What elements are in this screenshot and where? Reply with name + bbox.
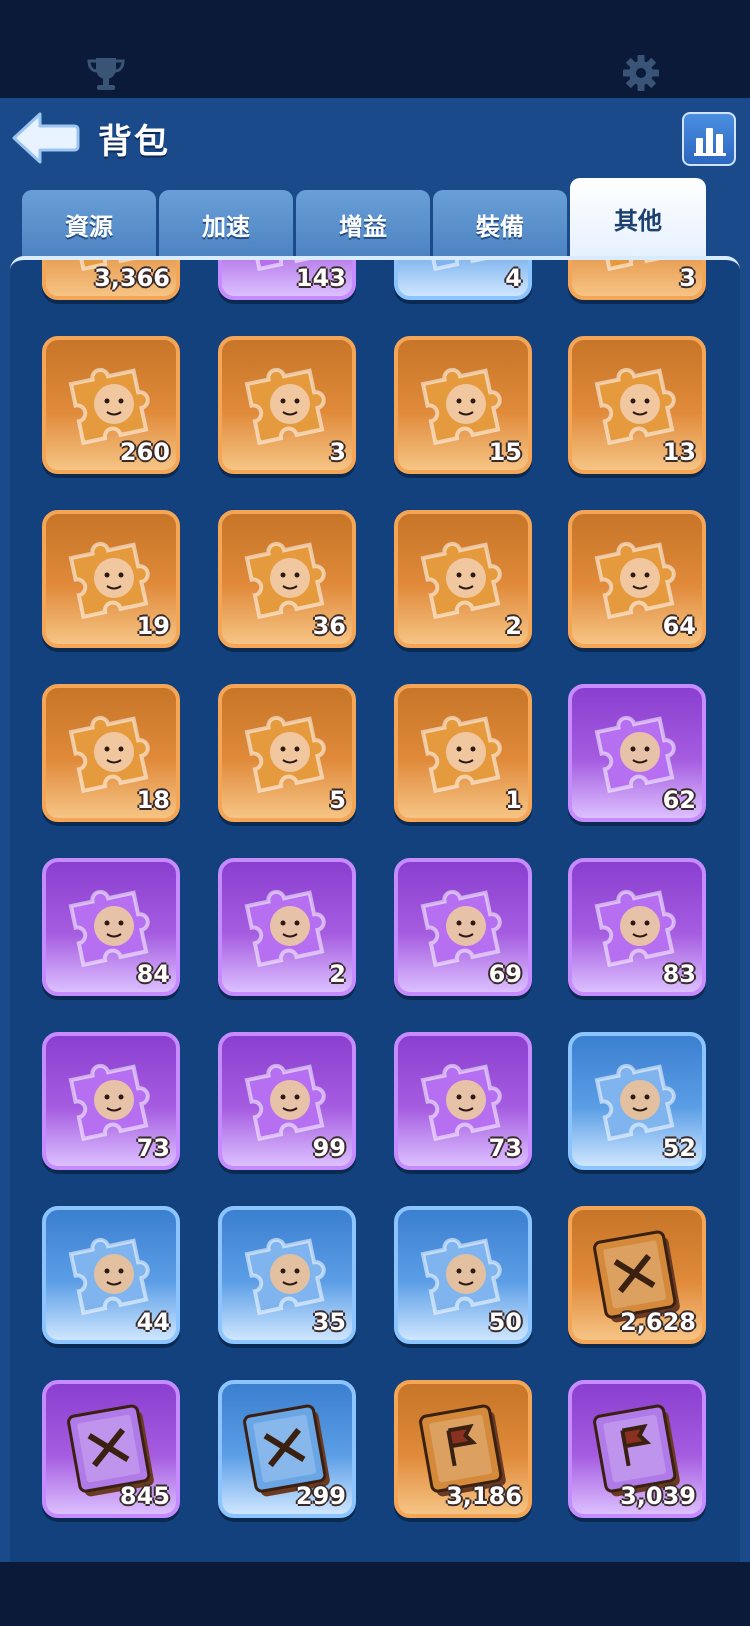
item-count: 3: [329, 438, 346, 466]
inventory-item[interactable]: 18: [42, 684, 180, 822]
inventory-item[interactable]: 2: [218, 858, 356, 996]
inventory-item[interactable]: 64: [568, 510, 706, 648]
puzzle-piece-icon: [420, 260, 502, 272]
item-count: 1: [505, 786, 522, 814]
item-count: 15: [488, 438, 522, 466]
item-count: 64: [662, 612, 696, 640]
item-count: 2,628: [620, 1308, 696, 1336]
tab-equipment[interactable]: 裝備: [433, 190, 567, 258]
item-count: 2: [329, 960, 346, 988]
inventory-item[interactable]: 73: [42, 1032, 180, 1170]
item-count: 260: [119, 438, 170, 466]
item-count: 69: [488, 960, 522, 988]
inventory-item[interactable]: 299: [218, 1380, 356, 1518]
inventory-item[interactable]: 143: [218, 260, 356, 300]
item-count: 13: [662, 438, 696, 466]
inventory-item[interactable]: 69: [394, 858, 532, 996]
item-count: 44: [136, 1308, 170, 1336]
inventory-item[interactable]: 35: [218, 1206, 356, 1344]
inventory-item[interactable]: 845: [42, 1380, 180, 1518]
item-count: 5: [329, 786, 346, 814]
page-title: 背包: [98, 122, 170, 162]
inventory-item[interactable]: 84: [42, 858, 180, 996]
inventory-item[interactable]: 4: [394, 260, 532, 300]
item-count: 73: [136, 1134, 170, 1162]
item-count: 299: [295, 1482, 346, 1510]
inventory-item[interactable]: 13: [568, 336, 706, 474]
inventory-item[interactable]: 3,039: [568, 1380, 706, 1518]
inventory-item[interactable]: 2,628: [568, 1206, 706, 1344]
bottom-bar: [0, 1562, 750, 1626]
tab-other[interactable]: 其他: [570, 178, 706, 258]
item-count: 3,039: [620, 1482, 696, 1510]
item-count: 83: [662, 960, 696, 988]
puzzle-piece-icon: [420, 715, 502, 794]
inventory-item[interactable]: 36: [218, 510, 356, 648]
inventory-item[interactable]: 2: [394, 510, 532, 648]
item-count: 845: [119, 1482, 170, 1510]
item-count: 73: [488, 1134, 522, 1162]
trophy-icon[interactable]: [86, 56, 126, 92]
inventory-item[interactable]: 50: [394, 1206, 532, 1344]
inventory-panel[interactable]: 3,366 143 4 3 260 3 15 13 19 36 2 64 18 …: [10, 256, 740, 1562]
inventory-item[interactable]: 3,186: [394, 1380, 532, 1518]
puzzle-piece-icon: [244, 367, 326, 446]
inventory-item[interactable]: 3,366: [42, 260, 180, 300]
item-count: 3: [679, 264, 696, 292]
stats-button[interactable]: [682, 112, 736, 166]
inventory-item[interactable]: 83: [568, 858, 706, 996]
item-count: 19: [136, 612, 170, 640]
item-count: 3,366: [94, 264, 170, 292]
inventory-item[interactable]: 15: [394, 336, 532, 474]
inventory-item[interactable]: 3: [568, 260, 706, 300]
item-count: 52: [662, 1134, 696, 1162]
back-arrow-icon[interactable]: [10, 110, 80, 166]
inventory-item[interactable]: 1: [394, 684, 532, 822]
top-status-bar: [0, 0, 750, 98]
puzzle-piece-icon: [244, 889, 326, 968]
inventory-item[interactable]: 260: [42, 336, 180, 474]
item-count: 36: [312, 612, 346, 640]
inventory-item[interactable]: 44: [42, 1206, 180, 1344]
bar-chart-icon: [694, 128, 726, 156]
item-count: 143: [295, 264, 346, 292]
inventory-item[interactable]: 19: [42, 510, 180, 648]
tab-speedups[interactable]: 加速: [159, 190, 293, 258]
gear-icon[interactable]: [622, 54, 660, 92]
item-count: 62: [662, 786, 696, 814]
item-count: 99: [312, 1134, 346, 1162]
item-count: 84: [136, 960, 170, 988]
puzzle-piece-icon: [594, 260, 676, 272]
tab-resources[interactable]: 資源: [22, 190, 156, 258]
item-count: 4: [505, 264, 522, 292]
inventory-item[interactable]: 62: [568, 684, 706, 822]
inventory-item[interactable]: 73: [394, 1032, 532, 1170]
inventory-item[interactable]: 3: [218, 336, 356, 474]
item-count: 50: [488, 1308, 522, 1336]
puzzle-piece-icon: [244, 715, 326, 794]
inventory-item[interactable]: 5: [218, 684, 356, 822]
tab-boosts[interactable]: 增益: [296, 190, 430, 258]
category-tabs: 資源 加速 增益 裝備 其他: [22, 178, 732, 258]
inventory-item[interactable]: 99: [218, 1032, 356, 1170]
item-count: 35: [312, 1308, 346, 1336]
item-count: 3,186: [446, 1482, 522, 1510]
item-count: 18: [136, 786, 170, 814]
inventory-item[interactable]: 52: [568, 1032, 706, 1170]
item-count: 2: [505, 612, 522, 640]
puzzle-piece-icon: [420, 541, 502, 620]
